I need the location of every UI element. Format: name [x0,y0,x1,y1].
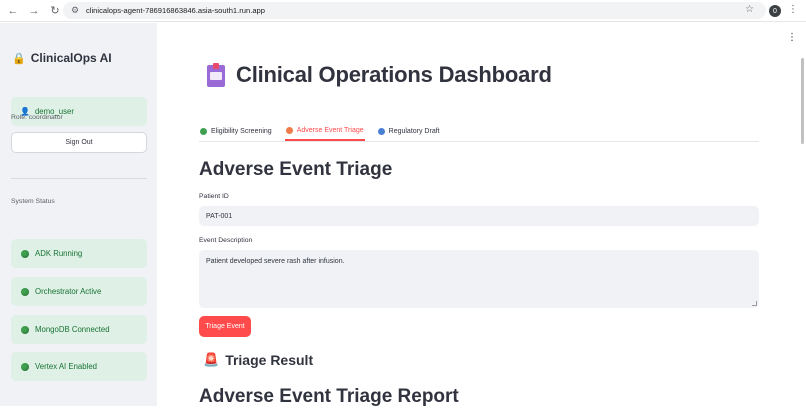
page-title: Clinical Operations Dashboard [205,62,552,88]
app-title-text: ClinicalOps AI [30,51,112,65]
sidebar-divider [11,178,147,179]
system-status-label: System Status [11,198,55,205]
status-label: Vertex AI Enabled [35,362,97,371]
back-icon[interactable]: ← [5,3,21,19]
status-label: MongoDB Connected [35,325,110,334]
browser-menu-icon[interactable]: ⋮ [788,4,798,15]
address-bar[interactable]: ⚙ clinicalops-agent-786916863846.asia-so… [63,2,766,19]
sidebar [0,23,157,406]
event-description-text: Patient developed severe rash after infu… [206,258,345,265]
forward-icon[interactable]: → [26,3,42,19]
tab-adverse-event-triage[interactable]: Adverse Event Triage [284,121,365,141]
siren-icon: 🚨 [203,352,220,367]
tab-eligibility-screening[interactable]: Eligibility Screening [199,121,273,141]
scrollbar[interactable] [801,58,804,144]
tab-regulatory-draft[interactable]: Regulatory Draft [377,121,441,141]
site-info-icon[interactable]: ⚙ [67,5,83,16]
user-role: Role: coordinator [11,114,63,121]
triage-result-text: Triage Result [225,352,314,368]
triage-result-heading: 🚨 Triage Result [203,352,313,368]
tab-bar: Eligibility Screening Adverse Event Tria… [199,121,759,142]
status-dot-icon [21,325,29,334]
tab-label: Eligibility Screening [211,127,272,135]
url-text[interactable]: clinicalops-agent-786916863846.asia-sout… [86,6,265,15]
status-dot-icon [21,362,29,371]
triage-event-button[interactable]: Triage Event [199,316,251,337]
lock-icon: 🔒 [12,52,26,65]
bookmark-star-icon[interactable]: ☆ [745,4,754,15]
status-item-vertex: Vertex AI Enabled [11,352,147,381]
blue-circle-icon [377,127,385,135]
event-description-label: Event Description [199,237,253,244]
page-title-text: Clinical Operations Dashboard [236,62,552,87]
status-label: ADK Running [35,249,83,258]
section-title: Adverse Event Triage [199,159,393,180]
sign-out-button[interactable]: Sign Out [11,132,147,153]
tab-label: Adverse Event Triage [296,126,364,134]
report-title: Adverse Event Triage Report [199,386,459,407]
status-dot-icon [21,249,29,258]
reload-icon[interactable]: ↻ [47,3,63,19]
main-menu-icon[interactable]: ⋮ [787,32,797,43]
tab-label: Regulatory Draft [388,127,440,135]
green-circle-icon [200,127,207,135]
patient-id-label: Patient ID [199,193,229,200]
orange-circle-icon [285,126,293,134]
status-item-mongodb: MongoDB Connected [11,315,147,344]
patient-id-input[interactable]: PAT-001 [199,206,759,226]
browser-toolbar: ← → ↻ ⚙ clinicalops-agent-786916863846.a… [0,0,806,22]
status-dot-icon [21,287,29,296]
status-item-orchestrator: Orchestrator Active [11,277,147,306]
user-badge: 👤 demo_user [11,97,147,126]
clinical-record-icon [205,62,227,88]
app-title: 🔒 ClinicalOps AI [12,51,112,65]
status-item-adk: ADK Running [11,239,147,268]
event-description-textarea[interactable]: Patient developed severe rash after infu… [199,250,759,308]
status-label: Orchestrator Active [35,287,102,296]
resize-handle-icon[interactable] [752,301,757,306]
profile-avatar[interactable]: 0 [769,5,781,17]
